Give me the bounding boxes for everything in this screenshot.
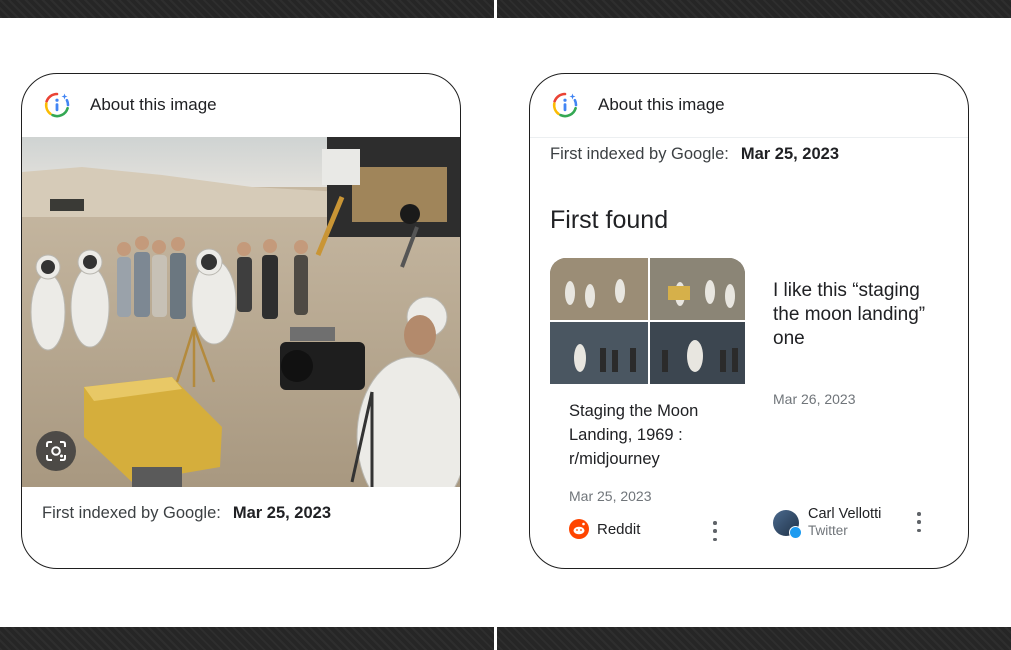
twitter-author[interactable]: Carl Vellotti Twitter [773, 506, 881, 539]
first-indexed-label: First indexed by Google: [550, 145, 729, 163]
google-lens-info-icon [552, 92, 578, 118]
top-frame-divider [494, 0, 497, 18]
reddit-result-title[interactable]: Staging the Moon Landing, 1969 : r/midjo… [569, 399, 734, 471]
panel-header: About this image [530, 74, 968, 136]
panel-title: About this image [90, 95, 217, 114]
lens-camera-icon [46, 441, 66, 461]
about-image-panel-right: About this image First indexed by Google… [529, 73, 969, 569]
lens-camera-button[interactable] [36, 431, 76, 471]
google-lens-info-icon [44, 92, 70, 118]
moon-landing-photo [22, 137, 460, 487]
first-indexed-row: First indexed by Google: Mar 25, 2023 [42, 504, 331, 523]
reddit-result-date: Mar 25, 2023 [569, 488, 652, 504]
panel-header: About this image [22, 74, 460, 136]
twitter-result-title[interactable]: I like this “staging the moon landing” o… [773, 279, 933, 351]
twitter-verified-badge-icon [789, 525, 802, 539]
top-frame-bar [0, 0, 1011, 18]
author-name: Carl Vellotti [808, 506, 882, 522]
reddit-icon [569, 519, 589, 539]
twitter-result-date: Mar 26, 2023 [773, 391, 856, 407]
twitter-source-name: Twitter [808, 523, 848, 538]
bottom-frame-bar [0, 627, 1011, 650]
reddit-source-name: Reddit [597, 520, 641, 538]
bottom-frame-divider [494, 627, 497, 650]
about-image-panel-left: About this image First indexed by Google… [21, 73, 461, 569]
reddit-source[interactable]: Reddit [569, 519, 640, 539]
first-found-heading: First found [550, 206, 669, 234]
panel-title: About this image [598, 95, 725, 114]
avatar [773, 509, 802, 539]
reddit-result-thumbnail[interactable] [550, 258, 745, 384]
first-indexed-label: First indexed by Google: [42, 504, 221, 522]
first-indexed-date: Mar 25, 2023 [740, 145, 839, 163]
first-indexed-row: First indexed by Google: Mar 25, 2023 [550, 145, 839, 164]
header-divider [530, 137, 968, 138]
more-vert-icon[interactable] [709, 521, 721, 541]
first-indexed-date: Mar 25, 2023 [232, 504, 331, 522]
more-vert-icon[interactable] [913, 512, 925, 532]
